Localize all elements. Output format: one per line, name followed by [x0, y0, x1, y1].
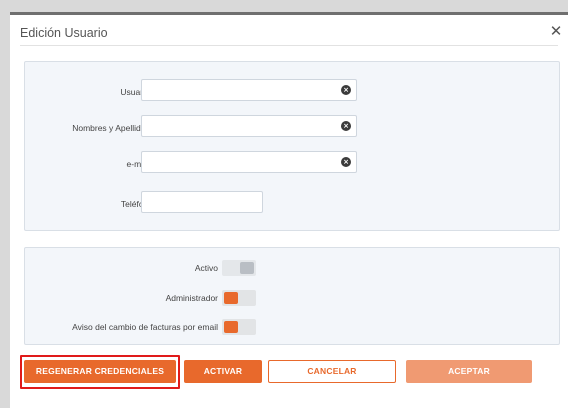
activar-button[interactable]: ACTIVAR — [184, 360, 262, 383]
clear-email-icon[interactable]: × — [341, 157, 351, 167]
aceptar-button[interactable]: ACEPTAR — [406, 360, 532, 383]
telefono-label: Teléfono — [120, 199, 153, 209]
toggle-knob — [240, 292, 254, 304]
user-options-panel: Activo Administrador Aviso del cambio de… — [24, 247, 560, 345]
close-icon[interactable]: ✕ — [549, 24, 563, 39]
user-details-panel: Usuario* × Nombres y Apellidos* × e-mail… — [24, 61, 560, 231]
nombres-label: Nombres y Apellidos* — [72, 123, 153, 133]
regenerar-credenciales-button[interactable]: REGENERAR CREDENCIALES — [24, 360, 176, 383]
toggle-knob — [240, 321, 254, 333]
usuario-label: Usuario* — [120, 87, 153, 97]
clear-usuario-icon[interactable]: × — [341, 85, 351, 95]
clear-nombres-icon[interactable]: × — [341, 121, 351, 131]
email-input[interactable] — [141, 151, 357, 173]
email-label: e-mail* — [126, 159, 153, 169]
toggle-knob — [240, 262, 254, 274]
usuario-input[interactable] — [141, 79, 357, 101]
toggle-knob — [224, 321, 238, 333]
title-divider — [20, 45, 558, 46]
cancelar-button[interactable]: CANCELAR — [268, 360, 396, 383]
dialog-title: Edición Usuario — [20, 26, 108, 40]
toggle-knob — [224, 292, 238, 304]
administrador-label: Administrador — [165, 293, 218, 303]
aviso-label: Aviso del cambio de facturas por email — [72, 322, 218, 332]
aviso-toggle[interactable] — [222, 319, 256, 335]
telefono-input[interactable] — [141, 191, 263, 213]
edit-user-dialog: Edición Usuario ✕ Usuario* × Nombres y A… — [10, 12, 568, 408]
administrador-toggle[interactable] — [222, 290, 256, 306]
nombres-input[interactable] — [141, 115, 357, 137]
activo-label: Activo — [194, 263, 218, 273]
activo-toggle[interactable] — [222, 260, 256, 276]
toggle-knob — [224, 262, 238, 274]
